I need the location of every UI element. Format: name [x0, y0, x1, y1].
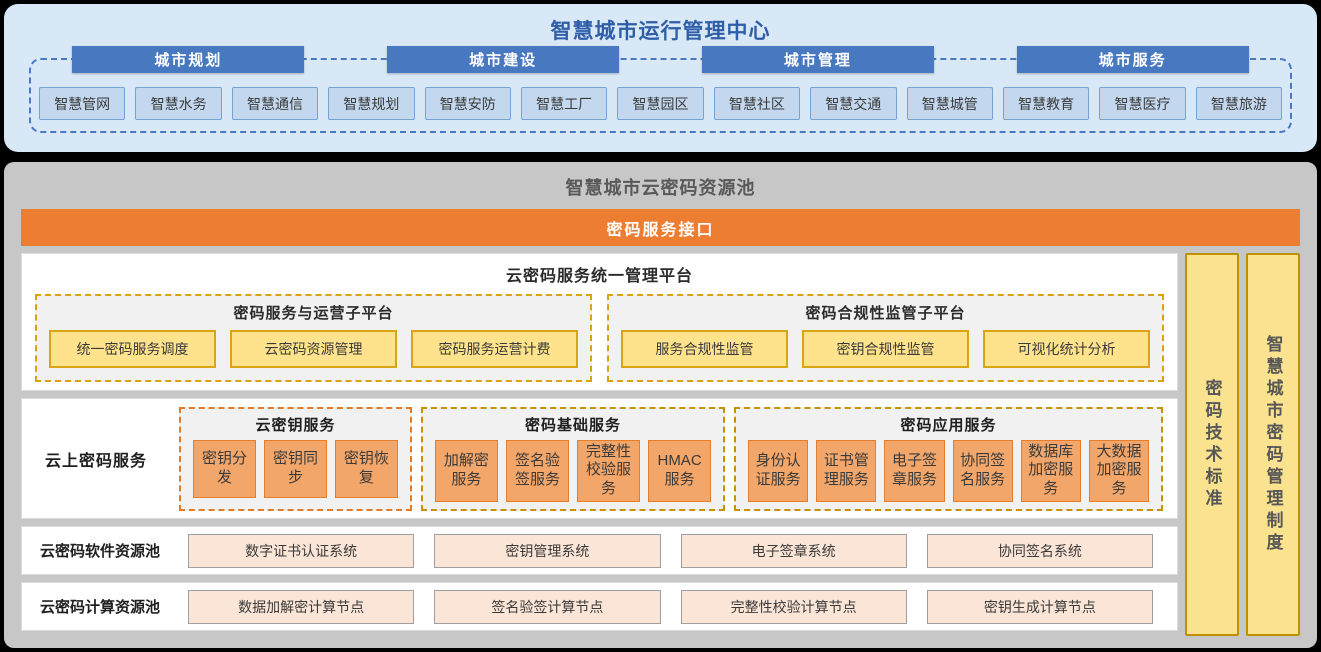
- ops-center-panel: 智慧城市运行管理中心 城市规划 城市建设 城市管理 城市服务 智慧管网 智慧水务…: [4, 4, 1317, 152]
- compute-pool-items: 数据加解密计算节点 签名验签计算节点 完整性校验计算节点 密钥生成计算节点: [188, 590, 1153, 624]
- key-service-group-title: 云密钥服务: [193, 414, 398, 435]
- cloud-services-label: 云上密码服务: [22, 447, 170, 471]
- management-platform-title: 云密码服务统一管理平台: [35, 262, 1164, 286]
- app-box: 智慧安防: [425, 87, 511, 120]
- management-policy-bar: 智慧城市密码管理制度: [1246, 253, 1300, 636]
- software-box: 数字证书认证系统: [188, 534, 414, 568]
- subplatform-ops: 密码服务与运营子平台 统一密码服务调度 云密码资源管理 密码服务运营计费: [35, 294, 592, 382]
- category-header: 城市建设: [387, 46, 619, 73]
- app-box: 智慧水务: [135, 87, 221, 120]
- subplatform-ops-title: 密码服务与运营子平台: [49, 302, 578, 323]
- city-domains-frame: 城市规划 城市建设 城市管理 城市服务 智慧管网 智慧水务 智慧通信 智慧规划 …: [29, 58, 1292, 133]
- basic-service-group-title: 密码基础服务: [435, 414, 711, 435]
- key-service-items: 密钥分发 密钥同步 密钥恢复: [193, 440, 398, 498]
- cloud-crypto-services-panel: 云上密码服务 云密钥服务 密钥分发 密钥同步 密钥恢复 密码基础服务: [21, 398, 1178, 519]
- app-service-group: 密码应用服务 身份认证服务 证书管理服务 电子签章服务 协同签名服务 数据库加密…: [734, 407, 1163, 511]
- category-header: 城市管理: [702, 46, 934, 73]
- service-box: 密钥同步: [264, 440, 327, 498]
- platform-function-box: 服务合规性监管: [621, 330, 788, 368]
- platform-function-box: 密钥合规性监管: [802, 330, 969, 368]
- service-box: 协同签名服务: [953, 440, 1013, 502]
- service-box: 完整性校验服务: [577, 440, 640, 502]
- category-header: 城市服务: [1017, 46, 1249, 73]
- compute-node-box: 数据加解密计算节点: [188, 590, 414, 624]
- app-box: 智慧规划: [328, 87, 414, 120]
- app-box: 智慧城管: [907, 87, 993, 120]
- service-box: 电子签章服务: [884, 440, 944, 502]
- app-service-items: 身份认证服务 证书管理服务 电子签章服务 协同签名服务 数据库加密服务 大数据加…: [748, 440, 1149, 502]
- app-box: 智慧管网: [39, 87, 125, 120]
- crypto-pool-panel: 智慧城市云密码资源池 密码服务接口 云密码服务统一管理平台 密码服务与运营子平台…: [4, 162, 1317, 648]
- software-box: 协同签名系统: [927, 534, 1153, 568]
- compute-node-box: 签名验签计算节点: [434, 590, 660, 624]
- app-service-group-title: 密码应用服务: [748, 414, 1149, 435]
- platform-function-box: 统一密码服务调度: [49, 330, 216, 368]
- service-box: 加解密服务: [435, 440, 498, 502]
- service-box: 大数据加密服务: [1089, 440, 1149, 502]
- software-pool-row: 云密码软件资源池 数字证书认证系统 密钥管理系统 电子签章系统 协同签名系统: [21, 526, 1178, 575]
- app-box: 智慧旅游: [1196, 87, 1282, 120]
- app-box: 智慧教育: [1003, 87, 1089, 120]
- crypto-pool-title: 智慧城市云密码资源池: [21, 172, 1300, 200]
- subplatform-compliance-title: 密码合规性监管子平台: [621, 302, 1150, 323]
- software-pool-items: 数字证书认证系统 密钥管理系统 电子签章系统 协同签名系统: [188, 534, 1153, 568]
- service-interface-bar: 密码服务接口: [21, 209, 1300, 246]
- app-box: 智慧医疗: [1099, 87, 1185, 120]
- compute-node-box: 密钥生成计算节点: [927, 590, 1153, 624]
- pool-content: 云密码服务统一管理平台 密码服务与运营子平台 统一密码服务调度 云密码资源管理 …: [21, 253, 1300, 636]
- management-policy-bar-label: 智慧城市密码管理制度: [1261, 335, 1286, 555]
- subplatform-compliance: 密码合规性监管子平台 服务合规性监管 密钥合规性监管 可视化统计分析: [607, 294, 1164, 382]
- app-box: 智慧通信: [232, 87, 318, 120]
- tech-standard-bar-label: 密码技术标准: [1200, 379, 1225, 511]
- subplatform-row: 密码服务与运营子平台 统一密码服务调度 云密码资源管理 密码服务运营计费: [35, 294, 1164, 382]
- management-platform-panel: 云密码服务统一管理平台 密码服务与运营子平台 统一密码服务调度 云密码资源管理 …: [21, 253, 1178, 391]
- service-box: 签名验签服务: [506, 440, 569, 502]
- app-box: 智慧社区: [714, 87, 800, 120]
- compute-node-box: 完整性校验计算节点: [681, 590, 907, 624]
- app-box: 智慧工厂: [521, 87, 607, 120]
- software-pool-label: 云密码软件资源池: [30, 540, 170, 561]
- platform-function-box: 密码服务运营计费: [411, 330, 578, 368]
- ops-center-title: 智慧城市运行管理中心: [4, 4, 1317, 45]
- app-box-row: 智慧管网 智慧水务 智慧通信 智慧规划 智慧安防 智慧工厂 智慧园区 智慧社区 …: [31, 73, 1290, 131]
- software-box: 电子签章系统: [681, 534, 907, 568]
- service-box: 身份认证服务: [748, 440, 808, 502]
- tech-standard-bar: 密码技术标准: [1185, 253, 1239, 636]
- basic-service-items: 加解密服务 签名验签服务 完整性校验服务 HMAC服务: [435, 440, 711, 502]
- architecture-diagram: { "top": { "title": "智慧城市运行管理中心", "categ…: [0, 0, 1321, 652]
- compute-pool-row: 云密码计算资源池 数据加解密计算节点 签名验签计算节点 完整性校验计算节点 密钥…: [21, 582, 1178, 631]
- service-box: 密钥恢复: [335, 440, 398, 498]
- app-box: 智慧园区: [617, 87, 703, 120]
- pool-main-column: 云密码服务统一管理平台 密码服务与运营子平台 统一密码服务调度 云密码资源管理 …: [21, 253, 1178, 636]
- category-header: 城市规划: [72, 46, 304, 73]
- service-box: 数据库加密服务: [1021, 440, 1081, 502]
- platform-function-box: 可视化统计分析: [983, 330, 1150, 368]
- software-box: 密钥管理系统: [434, 534, 660, 568]
- key-service-group: 云密钥服务 密钥分发 密钥同步 密钥恢复: [179, 407, 412, 511]
- platform-function-box: 云密码资源管理: [230, 330, 397, 368]
- category-header-row: 城市规划 城市建设 城市管理 城市服务: [31, 46, 1290, 73]
- service-box: 密钥分发: [193, 440, 256, 498]
- subplatform-ops-items: 统一密码服务调度 云密码资源管理 密码服务运营计费: [49, 330, 578, 368]
- service-box: HMAC服务: [648, 440, 711, 502]
- basic-service-group: 密码基础服务 加解密服务 签名验签服务 完整性校验服务 HMAC服务: [421, 407, 725, 511]
- app-box: 智慧交通: [810, 87, 896, 120]
- compute-pool-label: 云密码计算资源池: [30, 596, 170, 617]
- subplatform-compliance-items: 服务合规性监管 密钥合规性监管 可视化统计分析: [621, 330, 1150, 368]
- service-box: 证书管理服务: [816, 440, 876, 502]
